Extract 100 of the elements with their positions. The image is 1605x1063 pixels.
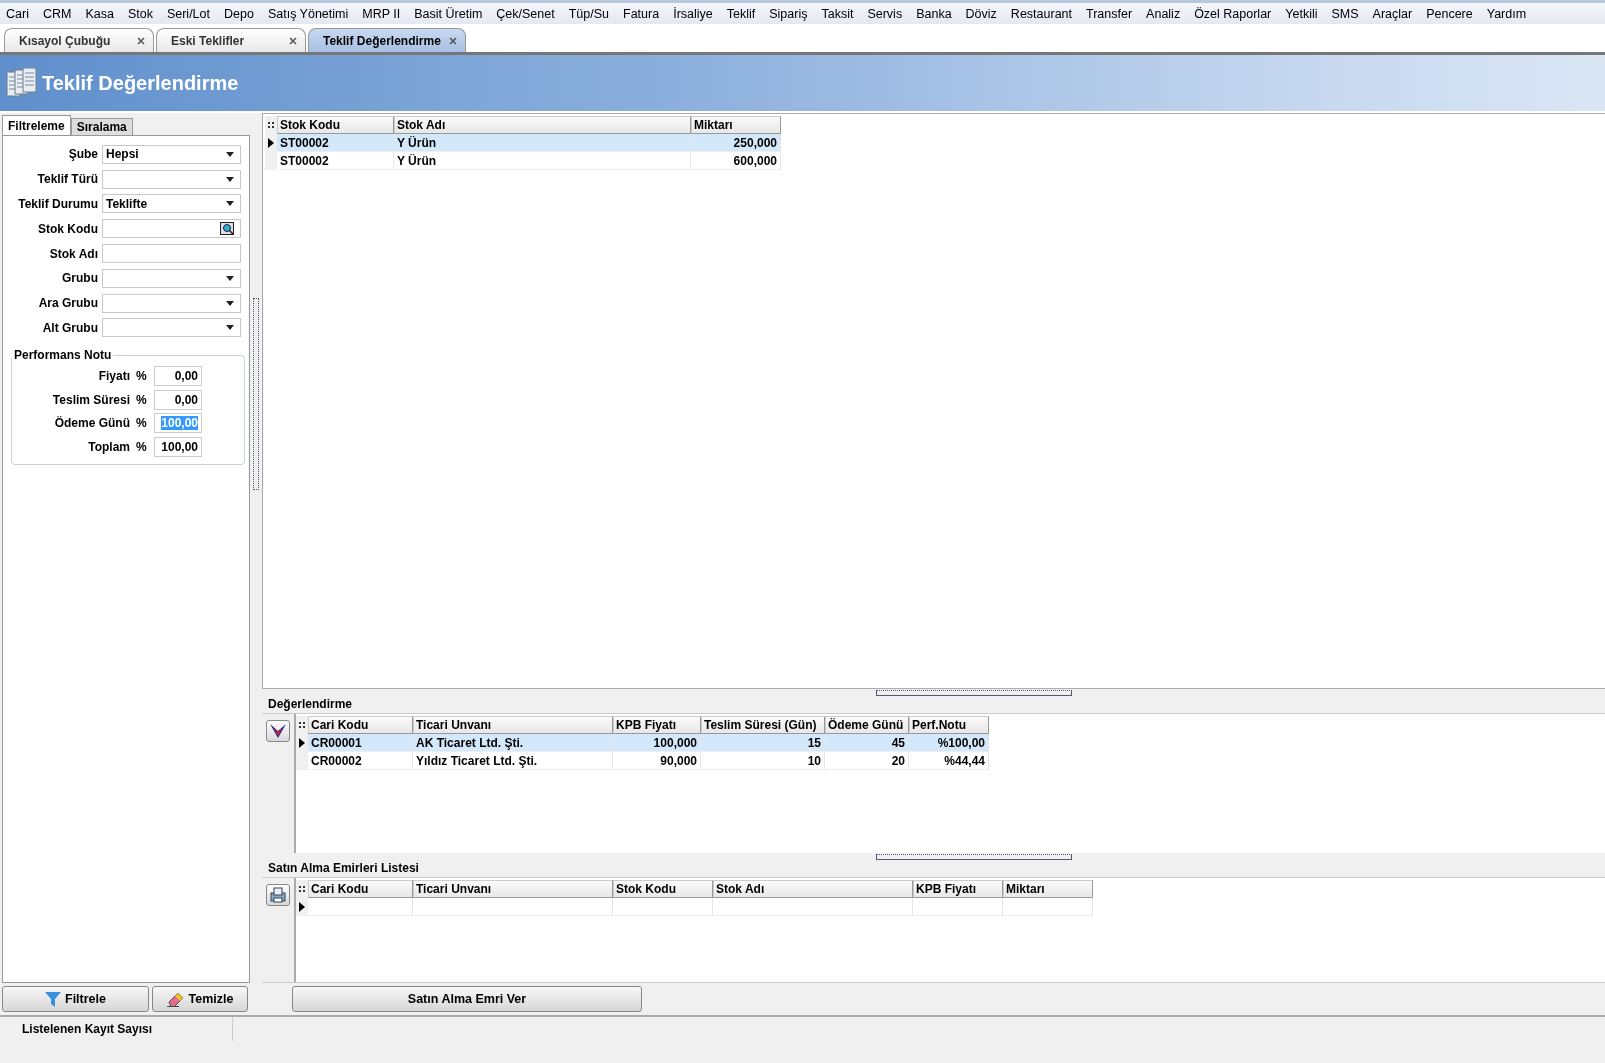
column-header[interactable]: Stok Adı [394,116,691,134]
dropdown-field[interactable] [102,169,241,189]
column-header[interactable]: Stok Kodu [613,880,713,898]
menu-item[interactable]: Yetkili [1285,6,1318,21]
document-tab[interactable]: Kısayol Çubuğu [4,28,154,52]
dropdown-caret-icon [226,151,234,157]
grid-corner-icon [265,119,277,131]
menu-item[interactable]: Tüp/Su [568,6,609,21]
table-cell: AK Ticaret Ltd. Şti. [416,735,524,750]
menu-item[interactable]: Basit Üretim [414,6,483,21]
menu-item[interactable]: Çek/Senet [496,6,555,21]
number-field[interactable]: 100,00 [154,436,202,457]
current-row-icon [299,738,305,748]
field-label: Teklif Türü [36,172,98,187]
column-header[interactable]: Teslim Süresi (Gün) [701,716,825,734]
menu-item[interactable]: SMS [1331,6,1359,21]
menu-item[interactable]: Araçlar [1372,6,1413,21]
column-header[interactable]: Miktarı [691,116,781,134]
dropdown-field[interactable]: Hepsi [102,144,241,164]
splitter-handle[interactable] [875,854,1072,860]
column-header[interactable]: Cari Kodu [308,880,413,898]
column-header[interactable]: Stok Adı [713,880,913,898]
percent-sign: % [136,439,148,454]
filter-tab[interactable]: Filtreleme [2,115,71,135]
splitter-handle[interactable] [253,298,259,490]
column-header[interactable]: Cari Kodu [308,716,413,734]
column-header[interactable]: Ödeme Günü [825,716,909,734]
search-icon[interactable] [220,222,234,236]
evaluate-button[interactable] [266,720,290,742]
dropdown-field[interactable]: Teklifte [102,194,241,214]
dropdown-field[interactable] [102,293,241,313]
menu-item[interactable]: Servis [867,6,903,21]
field-label: Ara Grubu [37,296,98,311]
dropdown-field[interactable] [102,268,241,288]
grid-row[interactable]: CR00001 AK Ticaret Ltd. Şti. 100,000 15 45 %100,00 [296,734,989,752]
table-cell: 20 [891,753,905,768]
menu-item[interactable]: CRM [42,6,72,21]
dropdown-caret-icon [226,275,234,281]
splitter-handle[interactable] [875,690,1072,696]
print-button[interactable] [266,884,290,906]
filter-button[interactable]: Filtrele [2,986,149,1012]
dropdown-caret-icon [226,201,234,207]
table-cell: ST00002 [280,153,329,168]
menu-item[interactable]: Pencere [1426,6,1473,21]
checkmark-icon [270,723,286,739]
column-header[interactable]: KPB Fiyatı [613,716,701,734]
number-field[interactable]: 0,00 [154,389,202,410]
table-cell: 10 [807,753,821,768]
menu-item[interactable]: Döviz [965,6,997,21]
column-header[interactable]: Stok Kodu [277,116,394,134]
menu-item[interactable]: Satış Yönetimi [267,6,349,21]
clear-button[interactable]: Temizle [152,986,248,1012]
menu-item[interactable]: Restaurant [1010,6,1072,21]
menu-item[interactable]: Özel Raporlar [1194,6,1272,21]
menu-item[interactable]: İrsaliye [673,6,713,21]
table-cell: 45 [891,735,905,750]
column-header[interactable]: Ticari Unvanı [413,716,613,734]
field-label: Grubu [61,271,98,286]
column-header[interactable]: Perf.Notu [909,716,989,734]
column-header[interactable]: Miktarı [1003,880,1093,898]
menu-item[interactable]: MRP II [362,6,401,21]
menu-item[interactable]: Seri/Lot [166,6,210,21]
row-selector[interactable] [296,898,308,916]
dropdown-caret-icon [226,325,234,331]
field-label: Alt Grubu [41,320,98,335]
number-field[interactable]: 0,00 [154,366,202,387]
menu-item[interactable]: Fatura [623,6,660,21]
eraser-icon [166,991,185,1007]
menu-item[interactable]: Kasa [85,6,114,21]
menu-item[interactable]: Yardım [1486,6,1527,21]
close-icon[interactable] [449,36,457,45]
menu-item[interactable]: Banka [916,6,952,21]
menu-item[interactable]: Stok [127,6,153,21]
table-cell: 250,000 [733,135,777,150]
menu-item[interactable]: Sipariş [769,6,808,21]
printer-icon [270,887,286,903]
dropdown-field[interactable] [102,318,241,338]
column-header[interactable]: KPB Fiyatı [913,880,1003,898]
menu-item[interactable]: Depo [224,6,254,21]
grid-row[interactable]: ST00002 Y Ürün 250,000 [265,134,781,152]
menu-item[interactable]: Analiz [1146,6,1181,21]
menu-item[interactable]: Cari [6,6,29,21]
grid-row[interactable]: ST00002 Y Ürün 600,000 [265,152,781,170]
field-label: Stok Adı [48,246,98,261]
document-tab[interactable]: Teklif Değerlendirme [308,28,466,52]
field-label: Şube [67,147,98,162]
menu-item[interactable]: Taksit [821,6,854,21]
menu-item[interactable]: Transfer [1086,6,1133,21]
menu-item[interactable]: Teklif [726,6,756,21]
close-icon[interactable] [137,36,145,45]
input-field[interactable] [102,244,241,264]
lookup-field[interactable] [102,219,241,239]
filter-tab[interactable]: Sıralama [70,118,133,135]
purchase-order-button[interactable]: Satın Alma Emri Ver [292,986,642,1012]
close-icon[interactable] [289,36,297,45]
grid-row[interactable]: CR00002 Yıldız Ticaret Ltd. Şti. 90,000 10 20 %44,44 [296,752,989,770]
column-header[interactable]: Ticari Unvanı [413,880,613,898]
table-cell: 90,000 [660,753,697,768]
document-tab[interactable]: Eski Teklifler [156,28,306,52]
field-label: Stok Kodu [37,221,98,236]
